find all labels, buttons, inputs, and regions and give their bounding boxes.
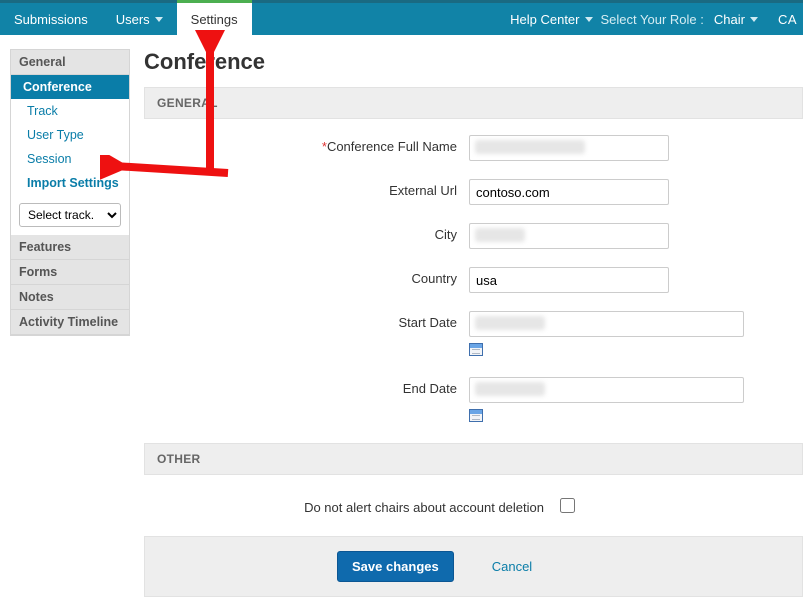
input-country[interactable]	[469, 267, 669, 293]
input-start-date[interactable]	[469, 311, 744, 337]
cancel-link[interactable]: Cancel	[492, 559, 532, 574]
sidebar-group-general: General	[11, 50, 129, 75]
sidebar-group-features[interactable]: Features	[11, 235, 129, 260]
chevron-down-icon	[155, 17, 163, 22]
sidebar-group-forms[interactable]: Forms	[11, 260, 129, 285]
label-external-url: External Url	[144, 179, 469, 198]
calendar-icon[interactable]	[469, 343, 483, 356]
label-start-date: Start Date	[144, 311, 469, 330]
sidebar-item-user-type[interactable]: User Type	[11, 123, 129, 147]
label-no-alert: Do not alert chairs about account deleti…	[144, 496, 556, 515]
sidebar-item-import-settings[interactable]: Import Settings	[11, 171, 129, 195]
section-header-other: OTHER	[144, 443, 803, 475]
sidebar-group-activity[interactable]: Activity Timeline	[11, 310, 129, 335]
label-full-name: *Conference Full Name	[144, 135, 469, 154]
actions-bar: Save changes Cancel	[144, 536, 803, 597]
sidebar-item-conference[interactable]: Conference	[11, 75, 129, 99]
label-end-date: End Date	[144, 377, 469, 396]
input-city[interactable]	[469, 223, 669, 249]
input-full-name[interactable]	[469, 135, 669, 161]
label-city: City	[144, 223, 469, 242]
nav-settings[interactable]: Settings	[177, 0, 252, 35]
nav-submissions[interactable]: Submissions	[0, 3, 102, 35]
sidebar-item-session[interactable]: Session	[11, 147, 129, 171]
sidebar: General Conference Track User Type Sessi…	[10, 49, 130, 336]
chevron-down-icon	[585, 17, 593, 22]
sidebar-group-notes[interactable]: Notes	[11, 285, 129, 310]
nav-ca[interactable]: CA	[778, 12, 797, 27]
save-button[interactable]: Save changes	[337, 551, 454, 582]
top-navbar: Submissions Users Settings Help Center S…	[0, 3, 803, 35]
input-external-url[interactable]	[469, 179, 669, 205]
input-end-date[interactable]	[469, 377, 744, 403]
sidebar-item-track[interactable]: Track	[11, 99, 129, 123]
label-country: Country	[144, 267, 469, 286]
section-header-general: GENERAL	[144, 87, 803, 119]
role-label: Select Your Role :	[601, 12, 704, 27]
chevron-down-icon	[750, 17, 758, 22]
calendar-icon[interactable]	[469, 409, 483, 422]
nav-users[interactable]: Users	[102, 3, 177, 35]
page-title: Conference	[144, 49, 803, 75]
track-select[interactable]: Select track.	[19, 203, 121, 227]
checkbox-no-alert[interactable]	[560, 498, 575, 513]
role-selector[interactable]: Chair	[714, 12, 758, 27]
nav-help-center[interactable]: Help Center	[502, 12, 600, 27]
